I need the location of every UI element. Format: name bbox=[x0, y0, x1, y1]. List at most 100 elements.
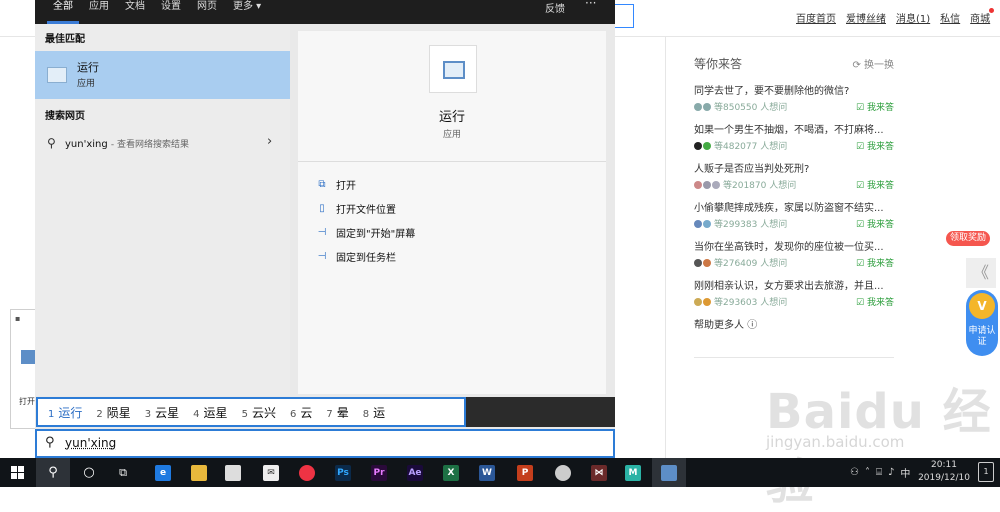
qa-item[interactable]: 当你在坐高铁时，发现你的座位被一位买... 等276409 人想问 ☑ 我来答 bbox=[694, 238, 894, 269]
taskbar-edge[interactable]: e bbox=[146, 458, 180, 487]
powerpoint-icon: P bbox=[517, 464, 533, 481]
nav-link-mall[interactable]: 商城 bbox=[970, 8, 995, 25]
people-icon[interactable]: ⚇ bbox=[850, 467, 859, 478]
ime-candidate[interactable]: 5 云兴 bbox=[242, 404, 276, 421]
answer-button[interactable]: ☑ 我来答 bbox=[856, 100, 894, 113]
qa-question[interactable]: 同学去世了，要不要删除他的微信? bbox=[694, 82, 894, 97]
ime-candidate[interactable]: 1 运行 bbox=[48, 404, 82, 421]
help-more-link[interactable]: 帮助更多人 ⓘ bbox=[694, 316, 894, 331]
best-match-item[interactable]: 运行 应用 bbox=[35, 51, 290, 99]
taskbar-run[interactable] bbox=[652, 458, 686, 487]
best-match-label: 最佳匹配 bbox=[45, 34, 85, 45]
best-match-type: 应用 bbox=[77, 79, 96, 89]
task-view-button[interactable]: ⧉ bbox=[106, 458, 140, 487]
ime-candidate[interactable]: 4 运星 bbox=[193, 404, 227, 421]
baidu-watermark-url: jingyan.baidu.com bbox=[766, 433, 905, 451]
apply-certification-button[interactable]: V 申请认证 bbox=[966, 290, 998, 356]
answer-button[interactable]: ☑ 我来答 bbox=[856, 256, 894, 269]
taskbar-explorer[interactable] bbox=[182, 458, 216, 487]
ime-candidate[interactable]: 2 陨星 bbox=[96, 404, 130, 421]
search-button[interactable]: ⚲ bbox=[36, 458, 70, 487]
qa-item[interactable]: 小偷攀爬摔成残疾，家属以防盗窗不结实... 等299383 人想问 ☑ 我来答 bbox=[694, 199, 894, 230]
more-options-icon[interactable]: ··· bbox=[585, 0, 596, 10]
qa-item[interactable]: 同学去世了，要不要删除他的微信? 等850550 人想问 ☑ 我来答 bbox=[694, 82, 894, 113]
tab-web[interactable]: 网页 bbox=[197, 0, 217, 24]
action-pin-start[interactable]: ⊣ 固定到"开始"屏幕 bbox=[316, 225, 416, 240]
qa-count: 等299383 人想问 bbox=[714, 220, 788, 230]
collapse-arrow-icon[interactable]: 《 bbox=[966, 258, 996, 288]
start-button[interactable] bbox=[0, 458, 34, 487]
pin-icon: ⊣ bbox=[317, 227, 327, 238]
taskbar-after-effects[interactable]: Ae bbox=[398, 458, 432, 487]
premiere-icon: Pr bbox=[371, 464, 387, 481]
web-search-box[interactable] bbox=[614, 4, 634, 28]
qa-question[interactable]: 当你在坐高铁时，发现你的座位被一位买... bbox=[694, 238, 894, 253]
chevron-right-icon[interactable]: › bbox=[267, 134, 272, 149]
nav-link-user[interactable]: 爱博丝绪 bbox=[846, 10, 886, 25]
qa-item[interactable]: 刚刚相亲认识，女方要求出去旅游，并且... 等293603 人想问 ☑ 我来答 bbox=[694, 277, 894, 308]
taskbar-app-m[interactable]: M bbox=[616, 458, 650, 487]
ime-indicator[interactable]: 中 bbox=[900, 465, 910, 480]
taskbar-chrome[interactable] bbox=[290, 458, 324, 487]
nav-link-home[interactable]: 百度首页 bbox=[796, 10, 836, 25]
system-tray: ⚇ ˄ ⌸ ♪ 中 bbox=[850, 458, 910, 487]
qa-item[interactable]: 人贩子是否应当判处死刑? 等201870 人想问 ☑ 我来答 bbox=[694, 160, 894, 191]
ime-candidate[interactable]: 3 云星 bbox=[145, 404, 179, 421]
tab-more[interactable]: 更多 ▾ bbox=[233, 0, 261, 24]
taskbar-word[interactable]: W bbox=[470, 458, 504, 487]
avatar-group bbox=[694, 297, 712, 306]
answer-button[interactable]: ☑ 我来答 bbox=[856, 217, 894, 230]
volume-icon[interactable]: ♪ bbox=[888, 467, 894, 478]
tab-all[interactable]: 全部 bbox=[47, 0, 79, 24]
ime-candidate[interactable]: 7晕 bbox=[326, 404, 348, 421]
detail-app-name: 运行 bbox=[438, 110, 465, 125]
notification-center-icon[interactable]: 1 bbox=[978, 462, 994, 482]
visual-studio-icon: ⋈ bbox=[591, 464, 607, 481]
ime-candidate[interactable]: 8运 bbox=[363, 404, 385, 421]
network-icon[interactable]: ⌸ bbox=[876, 467, 882, 478]
start-search-input[interactable]: ⚲ yun'xing bbox=[35, 429, 615, 458]
windows-icon bbox=[10, 466, 24, 479]
taskbar-store[interactable] bbox=[216, 458, 250, 487]
nav-link-private-msg[interactable]: 私信 bbox=[940, 10, 960, 25]
answer-button[interactable]: ☑ 我来答 bbox=[856, 295, 894, 308]
taskbar-visual-studio[interactable]: ⋈ bbox=[582, 458, 616, 487]
column-divider bbox=[665, 37, 666, 458]
excel-icon: X bbox=[443, 464, 459, 481]
search-value[interactable]: yun'xing bbox=[65, 436, 116, 450]
action-pin-taskbar[interactable]: ⊣ 固定到任务栏 bbox=[316, 249, 396, 264]
tab-settings[interactable]: 设置 bbox=[161, 0, 181, 24]
search-icon: ⚲ bbox=[47, 136, 56, 150]
chevron-up-icon[interactable]: ˄ bbox=[865, 467, 870, 478]
action-open-location[interactable]: ▯ 打开文件位置 bbox=[316, 201, 396, 216]
web-suffix: - 查看网络搜索结果 bbox=[110, 140, 190, 150]
qa-question[interactable]: 刚刚相亲认识，女方要求出去旅游，并且... bbox=[694, 277, 894, 292]
taskbar-photoshop[interactable]: Ps bbox=[326, 458, 360, 487]
taskbar-excel[interactable]: X bbox=[434, 458, 468, 487]
cortana-button[interactable]: ○ bbox=[72, 458, 106, 487]
answer-button[interactable]: ☑ 我来答 bbox=[856, 178, 894, 191]
web-search-result[interactable]: ⚲ yun'xing - 查看网络搜索结果 › bbox=[35, 130, 290, 156]
qa-question[interactable]: 小偷攀爬摔成残疾，家属以防盗窗不结实... bbox=[694, 199, 894, 214]
tab-apps[interactable]: 应用 bbox=[89, 0, 109, 24]
refresh-button[interactable]: ⟳ 换一换 bbox=[852, 56, 894, 71]
qa-question[interactable]: 如果一个男生不抽烟，不喝酒，不打麻将... bbox=[694, 121, 894, 136]
qa-item[interactable]: 如果一个男生不抽烟，不喝酒，不打麻将... 等482077 人想问 ☑ 我来答 bbox=[694, 121, 894, 152]
taskbar-premiere[interactable]: Pr bbox=[362, 458, 396, 487]
clock[interactable]: 20:11 2019/12/10 bbox=[918, 459, 970, 485]
taskbar-mail[interactable]: ✉ bbox=[254, 458, 288, 487]
ime-candidate[interactable]: 6云 bbox=[290, 404, 312, 421]
answer-button[interactable]: ☑ 我来答 bbox=[856, 139, 894, 152]
detail-app-type: 应用 bbox=[442, 130, 461, 140]
qa-question[interactable]: 人贩子是否应当判处死刑? bbox=[694, 160, 894, 175]
taskbar-powerpoint[interactable]: P bbox=[508, 458, 542, 487]
feedback-button[interactable]: 反馈 bbox=[545, 0, 565, 15]
tab-documents[interactable]: 文档 bbox=[125, 0, 145, 24]
action-open[interactable]: ⧉ 打开 bbox=[316, 177, 356, 192]
nav-link-messages[interactable]: 消息(1) bbox=[896, 10, 930, 25]
app-m-icon: M bbox=[625, 464, 641, 481]
taskbar-app-cat[interactable] bbox=[546, 458, 580, 487]
clock-time: 20:11 bbox=[931, 460, 957, 470]
promo-badge[interactable]: 领取奖励 bbox=[946, 231, 990, 246]
detail-divider bbox=[298, 161, 606, 162]
